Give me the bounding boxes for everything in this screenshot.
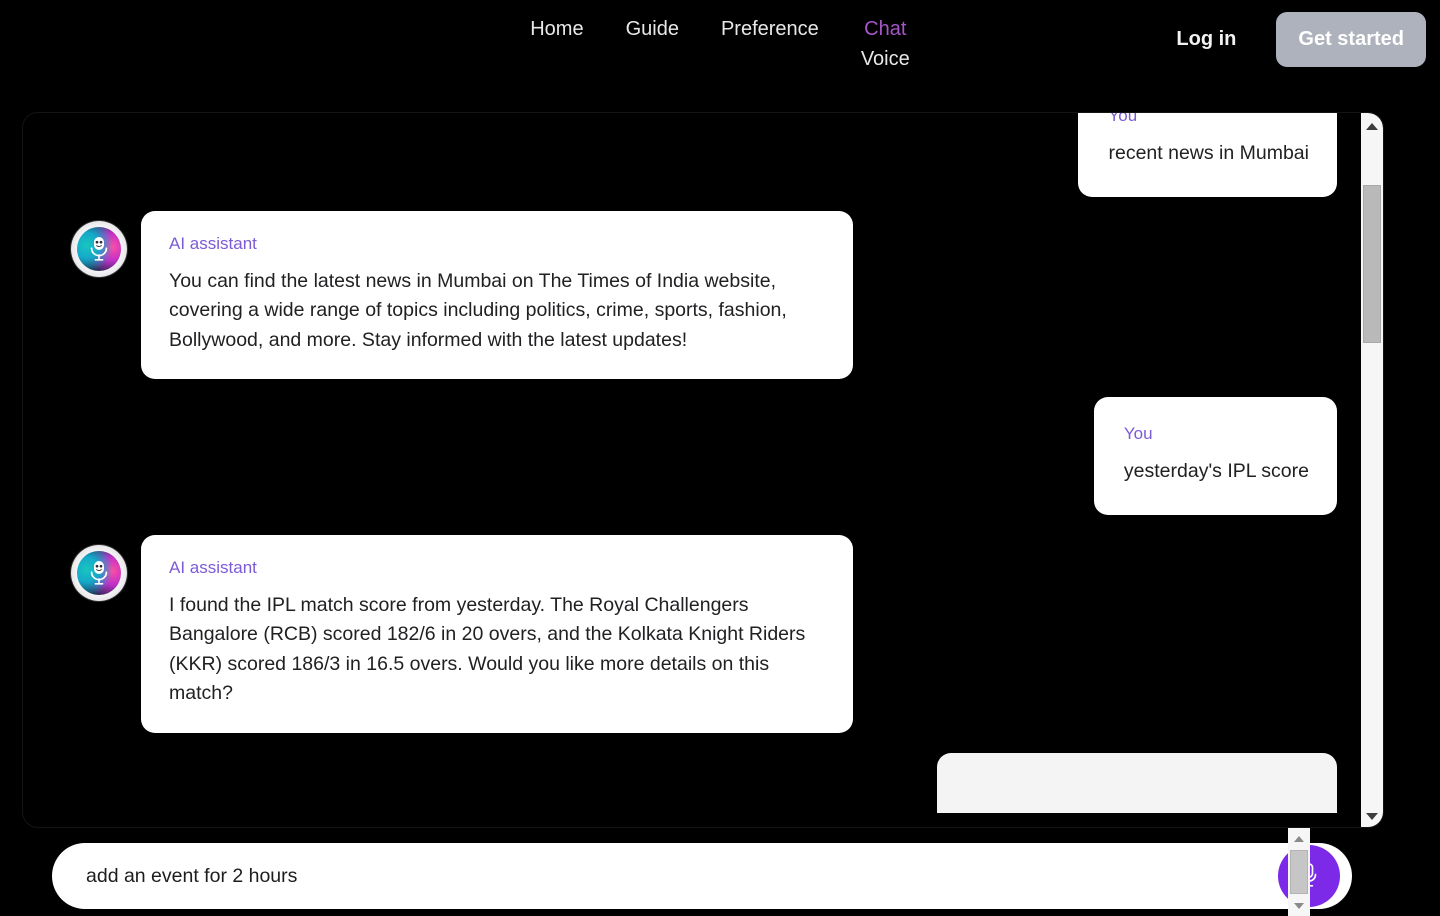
nav-item-home[interactable]: Home: [530, 14, 583, 44]
message-row-assistant: AI assistant I found the IPL match score…: [71, 534, 1337, 733]
app-root: Home Guide Preference Chat Voice Log in …: [0, 0, 1440, 916]
message-text: I found the IPL match score from yesterd…: [169, 593, 806, 705]
chat-panel: You recent news in Mumbai AI assistant Y…: [22, 112, 1384, 828]
message-text: yesterday's IPL score: [1123, 460, 1309, 482]
message-speaker-label: AI assistant: [169, 233, 257, 253]
caret-up-icon[interactable]: [1288, 830, 1310, 847]
nav-actions: Log in Get started: [1170, 12, 1426, 67]
avatar: [71, 544, 127, 601]
chat-bubble-partial: [937, 752, 1337, 813]
get-started-button[interactable]: Get started: [1276, 12, 1426, 67]
chat-bubble-assistant: AI assistant You can find the latest new…: [141, 210, 853, 379]
scrollbar-thumb[interactable]: [1363, 185, 1381, 343]
chat-scrollbar[interactable]: [1361, 113, 1383, 827]
chat-bubble-user: You yesterday's IPL score: [1093, 397, 1337, 515]
chat-message-list[interactable]: You recent news in Mumbai AI assistant Y…: [23, 113, 1363, 827]
chat-bubble-user: You recent news in Mumbai: [1078, 113, 1337, 197]
message-text: recent news in Mumbai: [1108, 142, 1309, 164]
caret-down-icon[interactable]: [1361, 807, 1383, 825]
composer: [52, 843, 1352, 909]
message-speaker-label: AI assistant: [169, 557, 257, 577]
message-row-partial: [71, 752, 1337, 813]
nav-group-chat-voice: Chat Voice: [861, 14, 910, 74]
caret-down-icon[interactable]: [1288, 897, 1310, 914]
messages-container: You recent news in Mumbai AI assistant Y…: [23, 113, 1363, 813]
login-button[interactable]: Log in: [1170, 27, 1242, 52]
nav-item-guide[interactable]: Guide: [626, 14, 679, 44]
chat-bubble-assistant: AI assistant I found the IPL match score…: [141, 534, 853, 733]
nav-item-preference[interactable]: Preference: [721, 14, 819, 44]
nav-item-voice[interactable]: Voice: [861, 44, 910, 74]
top-navbar: Home Guide Preference Chat Voice Log in …: [0, 0, 1440, 80]
avatar: [71, 220, 127, 277]
nav-item-chat[interactable]: Chat: [864, 14, 906, 44]
robot-microphone-icon: [77, 226, 121, 271]
robot-microphone-icon: [77, 550, 121, 595]
message-speaker-label: You: [1108, 113, 1138, 125]
message-row-user: You yesterday's IPL score: [71, 397, 1337, 515]
message-speaker-label: You: [1123, 424, 1153, 443]
composer-scrollbar[interactable]: [1288, 828, 1310, 916]
message-row-assistant: AI assistant You can find the latest new…: [71, 210, 1337, 379]
message-input[interactable]: [84, 863, 1262, 889]
caret-up-icon[interactable]: [1361, 117, 1383, 135]
composer-pill: [52, 843, 1352, 909]
message-text: You can find the latest news in Mumbai o…: [169, 269, 787, 351]
scrollbar-thumb[interactable]: [1290, 850, 1308, 894]
message-row-user: You recent news in Mumbai: [71, 113, 1337, 197]
